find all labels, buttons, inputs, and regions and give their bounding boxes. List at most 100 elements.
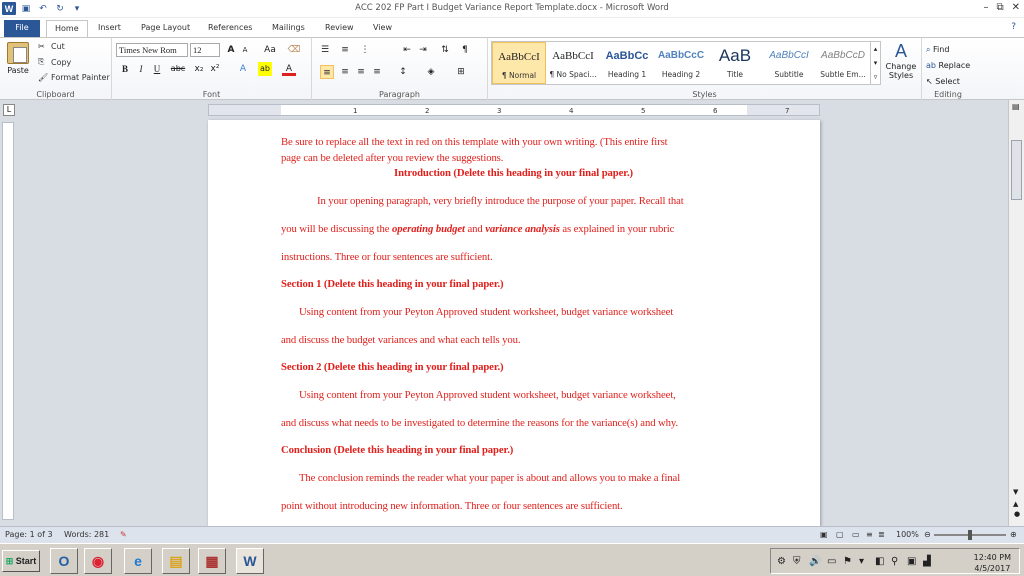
previous-page-icon[interactable]: ▲ <box>1013 500 1018 508</box>
scrollbar-thumb[interactable] <box>1011 140 1022 200</box>
highlight-button[interactable]: ab <box>258 62 272 76</box>
numbering-icon[interactable]: ≡ <box>338 43 352 57</box>
font-size-select[interactable]: 12 <box>190 43 220 57</box>
close-button[interactable]: ✕ <box>1012 2 1020 13</box>
line-spacing-icon[interactable]: ↕ <box>396 65 410 79</box>
signal-icon[interactable]: ▟ <box>923 556 931 567</box>
find-button[interactable]: ⌕ Find <box>926 42 970 58</box>
text-effects-button[interactable]: A <box>236 62 250 76</box>
flag-icon[interactable]: ⚑ <box>843 556 852 567</box>
style-heading-1[interactable]: AaBbCc Heading 1 <box>600 42 654 84</box>
show-formatting-button[interactable]: ¶ <box>458 43 472 57</box>
change-case-button[interactable]: Aa <box>260 43 280 57</box>
sort-icon[interactable]: ⇅ <box>438 43 452 57</box>
copy-button[interactable]: ⎘ Copy <box>38 57 71 67</box>
office-tray-icon[interactable]: ▣ <box>907 556 916 567</box>
style-title[interactable]: AaB Title <box>708 42 762 84</box>
clipboard-label: Clipboard <box>36 90 75 99</box>
tab-view[interactable]: View <box>365 20 400 37</box>
borders-icon[interactable]: ⊞ <box>454 65 468 79</box>
outlook-icon[interactable]: O <box>50 548 78 574</box>
subscript-button[interactable]: x₂ <box>192 62 206 76</box>
style-heading-2[interactable]: AaBbCcC Heading 2 <box>654 42 708 84</box>
internet-explorer-icon[interactable]: e <box>124 548 152 574</box>
start-button[interactable]: ⊞ Start <box>2 550 40 572</box>
display-icon[interactable]: ▭ <box>827 556 836 567</box>
styles-scroll-icon[interactable]: ▴ ▾ ▿ <box>870 42 880 84</box>
proofing-icon[interactable]: ✎ <box>120 530 127 539</box>
scroll-down-icon[interactable]: ▼ <box>1013 488 1018 496</box>
multilevel-list-icon[interactable]: ⋮ <box>358 43 372 57</box>
brush-icon: 🖌 <box>38 73 49 82</box>
outline-icon[interactable]: ≡ <box>866 530 873 539</box>
bold-button[interactable]: B <box>118 62 132 76</box>
justify-icon[interactable]: ≡ <box>370 65 384 79</box>
font-color-button[interactable]: A <box>282 62 296 76</box>
paste-button[interactable]: Paste <box>4 42 32 75</box>
vertical-scrollbar[interactable]: ▤ ▼ ▲ ● <box>1008 100 1024 526</box>
zoom-slider[interactable] <box>934 530 1006 540</box>
print-layout-icon[interactable]: ▣ <box>820 530 828 539</box>
style-subtitle[interactable]: AaBbCcI Subtitle <box>762 42 816 84</box>
minimize-button[interactable]: – <box>983 2 988 13</box>
format-painter-button[interactable]: 🖌 Format Painter <box>38 73 110 82</box>
app-tray-icon[interactable]: ◧ <box>875 556 884 567</box>
increase-indent-icon[interactable]: ⇥ <box>416 43 430 57</box>
zoom-level[interactable]: 100% <box>896 530 919 539</box>
draft-icon[interactable]: ≣ <box>878 530 885 539</box>
align-left-icon[interactable]: ≡ <box>320 65 334 79</box>
bullets-icon[interactable]: ☰ <box>318 43 332 57</box>
shrink-font-button[interactable]: A <box>238 43 252 57</box>
clear-formatting-icon[interactable]: ⌫ <box>287 43 301 57</box>
tab-selector[interactable]: L <box>3 104 15 116</box>
restore-button[interactable]: ⧉ <box>996 2 1003 13</box>
tab-home[interactable]: Home <box>46 20 88 37</box>
help-icon[interactable]: ? <box>1011 22 1016 32</box>
replace-button[interactable]: ab Replace <box>926 58 970 74</box>
cut-button[interactable]: ✂ Cut <box>38 42 65 51</box>
file-explorer-icon[interactable]: ▤ <box>162 548 190 574</box>
decrease-indent-icon[interactable]: ⇤ <box>400 43 414 57</box>
align-center-icon[interactable]: ≡ <box>338 65 352 79</box>
zoom-out-icon[interactable]: ⊖ <box>924 530 931 539</box>
tab-references[interactable]: References <box>200 20 260 37</box>
chrome-icon[interactable]: ◉ <box>84 548 112 574</box>
tab-mailings[interactable]: Mailings <box>264 20 313 37</box>
underline-button[interactable]: U <box>150 62 164 76</box>
web-layout-icon[interactable]: ▭ <box>852 530 860 539</box>
word-taskbar-icon[interactable]: W <box>236 548 264 574</box>
word-count[interactable]: Words: 281 <box>64 530 109 539</box>
shading-icon[interactable]: ◈ <box>424 65 438 79</box>
horizontal-ruler[interactable]: 1 2 3 4 5 6 7 <box>208 104 820 116</box>
italic-button[interactable]: I <box>134 62 148 76</box>
clock[interactable]: 12:40 PM 4/5/2017 <box>974 552 1011 574</box>
superscript-button[interactable]: x² <box>208 62 222 76</box>
browse-object-icon[interactable]: ● <box>1014 510 1020 518</box>
network-icon[interactable]: ⚙ <box>777 556 786 567</box>
tab-review[interactable]: Review <box>317 20 362 37</box>
select-button[interactable]: ↖ Select <box>926 74 970 90</box>
security-icon[interactable]: ⛨ <box>793 556 801 567</box>
tab-insert[interactable]: Insert <box>90 20 129 37</box>
tab-file[interactable]: File <box>4 20 40 37</box>
zoom-slider-knob[interactable] <box>968 530 972 540</box>
page-count[interactable]: Page: 1 of 3 <box>5 530 53 539</box>
style-no-spacing[interactable]: AaBbCcI ¶ No Spaci... <box>546 42 600 84</box>
arrow-icon[interactable]: ▾ <box>859 556 864 567</box>
view-ruler-icon[interactable]: ▤ <box>1012 102 1020 111</box>
document-page[interactable]: Be sure to replace all the text in red o… <box>208 120 820 526</box>
tab-page-layout[interactable]: Page Layout <box>133 20 198 37</box>
font-family-select[interactable]: Times New Rom <box>116 43 188 57</box>
volume-icon[interactable]: 🔊 <box>809 556 821 567</box>
search-tray-icon[interactable]: ⚲ <box>891 556 898 567</box>
full-screen-icon[interactable]: ▢ <box>836 530 844 539</box>
zoom-in-icon[interactable]: ⊕ <box>1010 530 1017 539</box>
media-app-icon[interactable]: ▦ <box>198 548 226 574</box>
grow-font-button[interactable]: A <box>224 43 238 57</box>
align-right-icon[interactable]: ≡ <box>354 65 368 79</box>
vertical-ruler[interactable] <box>2 122 14 520</box>
change-styles-button[interactable]: A Change Styles <box>884 41 918 80</box>
style-normal[interactable]: AaBbCcI ¶ Normal <box>492 42 546 84</box>
style-subtle-emphasis[interactable]: AaBbCcD Subtle Em... <box>816 42 870 84</box>
strikethrough-button[interactable]: abc <box>168 62 188 76</box>
